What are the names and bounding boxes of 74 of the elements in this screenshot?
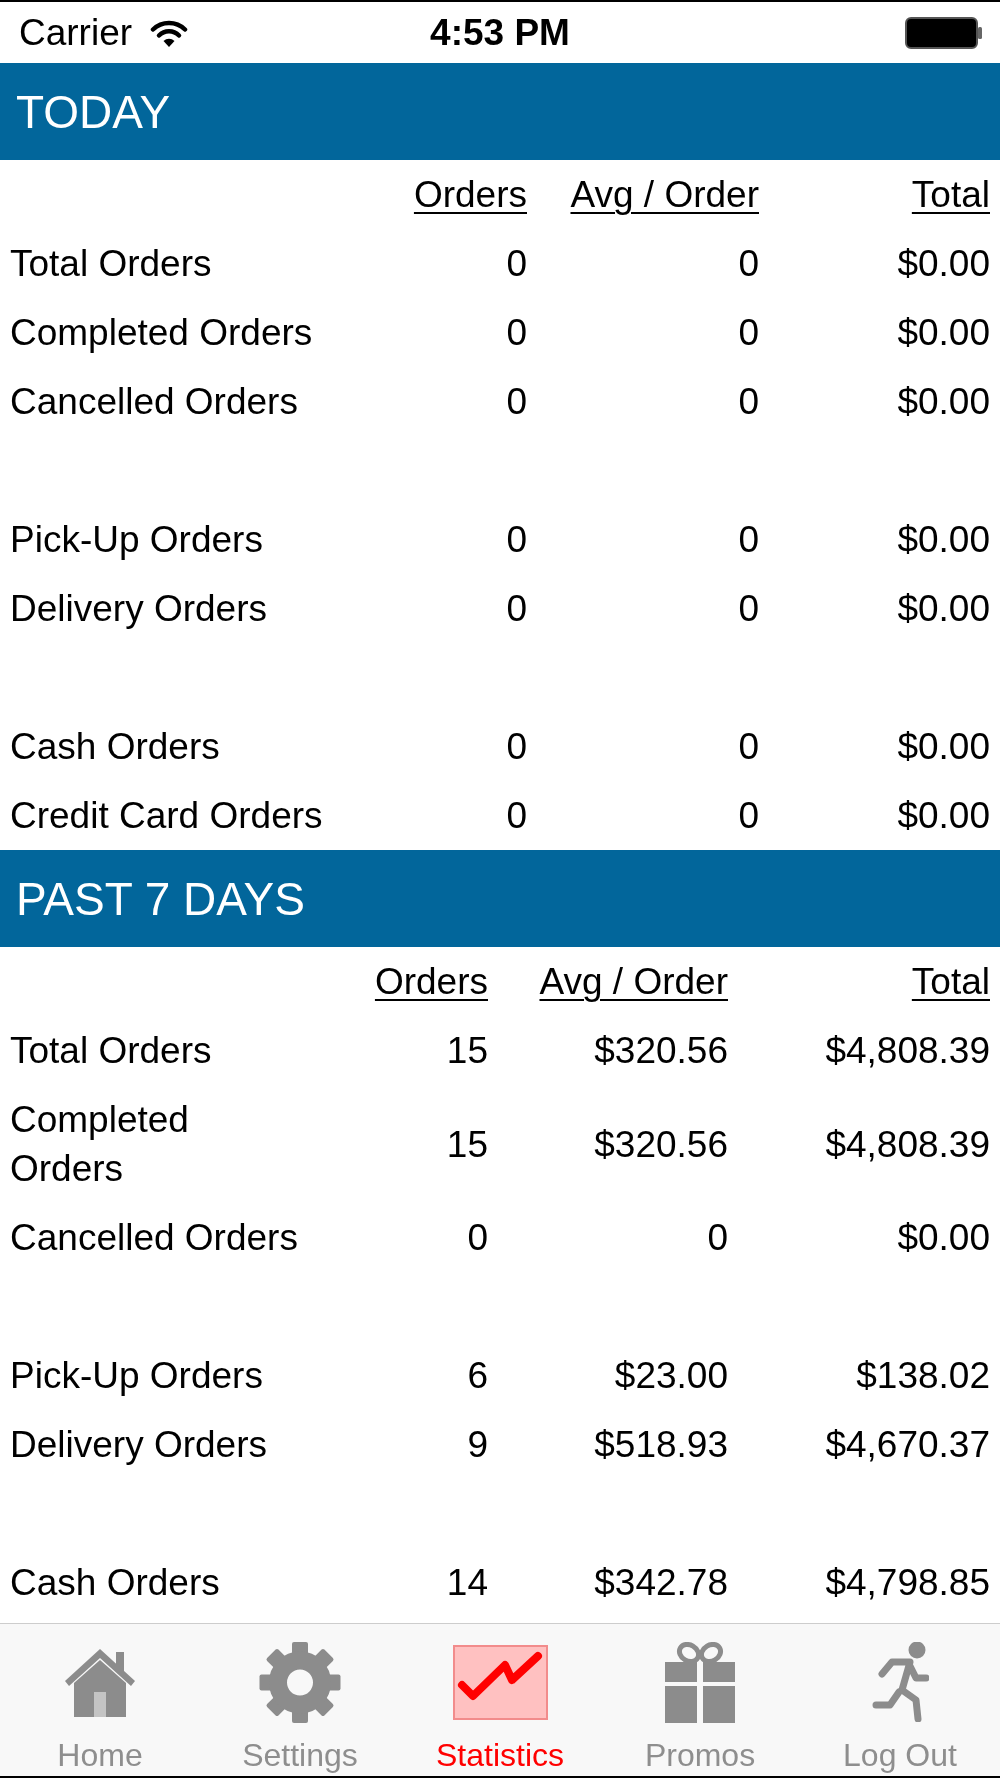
column-header: Orders	[374, 961, 488, 1002]
table-cell: $518.93	[594, 1424, 728, 1465]
table-cell: 9	[467, 1424, 488, 1465]
row-label: Total Orders	[10, 1030, 212, 1071]
table-cell: 0	[738, 795, 759, 836]
clock-time: 4:53 PM	[430, 10, 570, 55]
table-cell: $0.00	[897, 1217, 990, 1258]
table-cell: $4,798.85	[825, 1562, 990, 1603]
tab-item[interactable]: Settings	[200, 1624, 400, 1776]
table-cell: 0	[707, 1217, 728, 1258]
tab-item[interactable]: Statistics	[400, 1624, 600, 1776]
table-cell: 0	[738, 726, 759, 767]
table-cell: 0	[506, 795, 527, 836]
table-cell: $4,808.39	[825, 1123, 990, 1165]
table-cell: 0	[738, 312, 759, 353]
table-cell: 0	[467, 1217, 488, 1258]
table-cell: $320.56	[594, 1123, 728, 1165]
tab-item[interactable]: Log Out	[800, 1624, 1000, 1776]
table-cell: $138.02	[856, 1355, 990, 1396]
table-cell: 0	[506, 519, 527, 560]
column-header: Avg / Order	[539, 961, 728, 1002]
table-cell: 0	[738, 243, 759, 284]
gift-icon	[665, 1641, 735, 1723]
row-label: Pick-Up Orders	[10, 1355, 263, 1396]
column-header: Avg / Order	[570, 174, 759, 215]
row-label: Cash Orders	[10, 726, 220, 767]
row-label: Delivery Orders	[10, 588, 267, 629]
carrier-name: Carrier	[19, 10, 133, 55]
table-cell: $4,808.39	[825, 1030, 990, 1071]
column-header: Total	[911, 961, 990, 1002]
table-cell: $0.00	[897, 795, 990, 836]
table-cell: $23.00	[614, 1355, 728, 1396]
column-header: Total	[911, 174, 990, 215]
row-label: Cash Orders	[10, 1562, 220, 1603]
section-header: PAST 7 DAYS	[0, 850, 1000, 947]
line-chart-icon	[452, 1644, 548, 1720]
table-cell: 0	[738, 519, 759, 560]
house-icon	[65, 1647, 135, 1717]
gear-icon	[259, 1641, 341, 1723]
table-cell: 0	[738, 381, 759, 422]
tab-item[interactable]: Promos	[600, 1624, 800, 1776]
table-cell: $0.00	[897, 726, 990, 767]
section-header: TODAY	[0, 63, 1000, 160]
table-cell: 0	[506, 381, 527, 422]
table-cell: 15	[446, 1030, 488, 1071]
row-label: Completed Orders	[10, 1099, 189, 1189]
row-label: Total Orders	[10, 243, 212, 284]
tab-item[interactable]: Home	[0, 1624, 200, 1776]
table-cell: $0.00	[897, 588, 990, 629]
table-cell: 15	[446, 1123, 488, 1165]
row-label: Cancelled Orders	[10, 381, 298, 422]
row-label: Credit Card Orders	[10, 795, 323, 836]
running-person-icon	[871, 1642, 929, 1722]
table-cell: 0	[506, 726, 527, 767]
table-cell: 0	[506, 588, 527, 629]
row-label: Delivery Orders	[10, 1424, 267, 1465]
table-cell: $0.00	[897, 312, 990, 353]
wifi-icon	[150, 18, 189, 47]
table-cell: 6	[467, 1355, 488, 1396]
row-label: Cancelled Orders	[10, 1217, 298, 1258]
table-cell: $342.78	[594, 1562, 728, 1603]
table-cell: $0.00	[897, 243, 990, 284]
table-cell: 0	[506, 243, 527, 284]
battery-icon	[905, 16, 983, 49]
table-cell: $320.56	[594, 1030, 728, 1071]
table-cell: 0	[506, 312, 527, 353]
table-cell: 14	[446, 1562, 488, 1603]
row-label: Pick-Up Orders	[10, 519, 263, 560]
table-cell: $4,670.37	[825, 1424, 990, 1465]
table-cell: $0.00	[897, 519, 990, 560]
table-cell: 0	[738, 588, 759, 629]
table-cell: $0.00	[897, 381, 990, 422]
column-header: Orders	[413, 174, 527, 215]
row-label: Completed Orders	[10, 312, 313, 353]
